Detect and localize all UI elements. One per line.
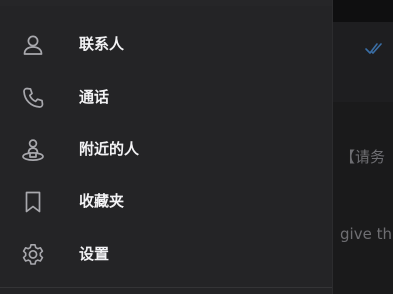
chat-preview-text: 【请务 (340, 148, 386, 166)
double-check-icon (364, 38, 384, 58)
drawer-item-label: 通话 (79, 88, 110, 106)
drawer-item-label: 设置 (79, 245, 110, 263)
app-screen: 【请务 give this 联系人 通话 (0, 0, 393, 294)
chat-row[interactable] (333, 22, 393, 103)
chat-row[interactable] (333, 102, 393, 183)
drawer-header-edge (0, 0, 332, 6)
chat-row[interactable] (333, 262, 393, 294)
navigation-drawer: 联系人 通话 附近的人 收藏夹 设置 (0, 0, 333, 294)
drawer-item-calls[interactable]: 通话 (0, 71, 332, 123)
drawer-item-saved-messages[interactable]: 收藏夹 (0, 175, 332, 227)
gear-icon (20, 242, 46, 268)
people-nearby-icon (20, 137, 46, 163)
chat-list-header-strip (333, 0, 393, 22)
bookmark-icon (20, 189, 46, 215)
drawer-item-label: 附近的人 (79, 140, 140, 158)
drawer-item-label: 收藏夹 (79, 192, 125, 210)
person-icon (20, 32, 46, 58)
divider (0, 287, 332, 288)
chat-preview-text: give this (340, 225, 393, 243)
chat-row[interactable] (333, 182, 393, 263)
drawer-item-settings[interactable]: 设置 (0, 228, 332, 280)
drawer-item-people-nearby[interactable]: 附近的人 (0, 123, 332, 175)
drawer-item-contacts[interactable]: 联系人 (0, 18, 332, 70)
drawer-item-label: 联系人 (79, 35, 125, 53)
phone-icon (20, 85, 46, 111)
